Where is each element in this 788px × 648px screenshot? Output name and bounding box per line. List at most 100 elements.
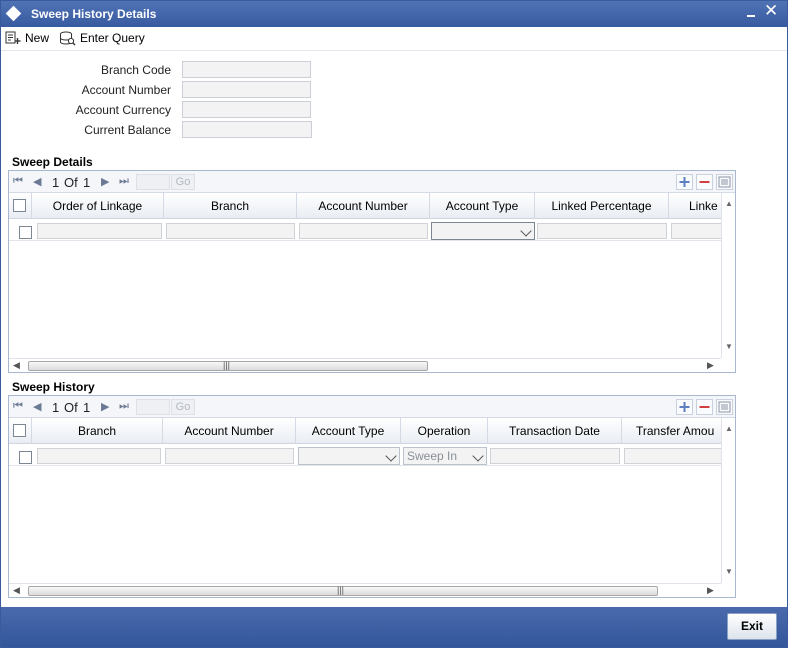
scroll-left-icon[interactable]: ◀	[13, 360, 20, 371]
horizontal-scrollbar[interactable]: ◀ ||| ▶	[9, 583, 721, 597]
sweep-history-grid: ⏮ ◀ 1 Of 1 ▶ ⏭ Go Branch Account Number …	[8, 395, 736, 598]
chevron-down-icon	[472, 450, 484, 462]
go-button[interactable]: Go	[171, 399, 195, 415]
exit-button[interactable]: Exit	[727, 613, 777, 640]
scroll-thumb[interactable]: |||	[28, 585, 658, 596]
transaction-date-input[interactable]	[490, 448, 620, 464]
total-pages: 1	[83, 175, 91, 190]
account-type-select[interactable]	[298, 447, 400, 465]
account-currency-field[interactable]	[182, 101, 311, 118]
column-header[interactable]: Transfer Amou	[622, 418, 721, 443]
minimize-icon[interactable]	[745, 6, 758, 20]
current-balance-field[interactable]	[182, 121, 312, 138]
app-diamond-icon	[5, 5, 22, 22]
prev-page-icon[interactable]: ◀	[33, 400, 41, 413]
column-header[interactable]: Transaction Date	[488, 418, 622, 443]
delete-row-button[interactable]	[696, 399, 713, 415]
of-label: Of	[64, 175, 78, 190]
last-page-icon[interactable]: ⏭	[119, 175, 129, 188]
linked-input[interactable]	[671, 223, 721, 239]
branch-code-field[interactable]	[182, 61, 311, 78]
last-page-icon[interactable]: ⏭	[119, 400, 129, 413]
next-page-icon[interactable]: ▶	[101, 400, 109, 413]
column-header[interactable]: Linke	[669, 193, 721, 218]
table-row: Sweep In	[9, 444, 721, 466]
close-icon[interactable]: ✕	[764, 2, 778, 20]
sweep-details-header: Order of Linkage Branch Account Number A…	[9, 193, 721, 219]
transfer-amount-input[interactable]	[624, 448, 721, 464]
scroll-down-icon[interactable]: ▼	[725, 342, 733, 351]
vertical-scrollbar[interactable]: ▲ ▼	[721, 193, 735, 358]
total-pages: 1	[83, 400, 91, 415]
branch-input[interactable]	[166, 223, 295, 239]
branch-input[interactable]	[37, 448, 161, 464]
column-header[interactable]: Operation	[401, 418, 488, 443]
sweep-history-header: Branch Account Number Account Type Opera…	[9, 418, 721, 444]
sweep-history-pager: ⏮ ◀ 1 Of 1 ▶ ⏭ Go	[9, 396, 735, 418]
grip-icon: |||	[337, 585, 345, 595]
current-page: 1	[52, 175, 60, 190]
operation-select[interactable]: Sweep In	[403, 447, 487, 465]
select-all-cell	[9, 418, 32, 443]
select-all-cell	[9, 193, 32, 218]
scroll-right-icon[interactable]: ▶	[707, 360, 714, 371]
scroll-right-icon[interactable]: ▶	[707, 585, 714, 596]
account-number-field[interactable]	[182, 81, 311, 98]
column-header[interactable]: Account Number	[297, 193, 430, 218]
select-all-checkbox[interactable]	[13, 424, 26, 437]
scroll-up-icon[interactable]: ▲	[725, 424, 733, 433]
delete-row-button[interactable]	[696, 174, 713, 190]
chevron-down-icon	[520, 225, 532, 237]
new-button[interactable]: New	[5, 29, 49, 47]
account-number-input[interactable]	[165, 448, 294, 464]
scroll-down-icon[interactable]: ▼	[725, 567, 733, 576]
account-number-label: Account Number	[81, 83, 171, 97]
prev-page-icon[interactable]: ◀	[33, 175, 41, 188]
add-row-button[interactable]	[676, 399, 693, 415]
first-page-icon[interactable]: ⏮	[13, 400, 23, 413]
select-all-checkbox[interactable]	[13, 199, 26, 212]
scroll-thumb[interactable]: |||	[28, 360, 428, 371]
single-view-button[interactable]	[716, 399, 733, 415]
horizontal-scrollbar[interactable]: ◀ ||| ▶	[9, 358, 721, 372]
of-label: Of	[64, 400, 78, 415]
add-row-button[interactable]	[676, 174, 693, 190]
scroll-left-icon[interactable]: ◀	[13, 585, 20, 596]
grip-icon: |||	[223, 360, 231, 370]
column-header[interactable]: Linked Percentage	[535, 193, 669, 218]
scroll-up-icon[interactable]: ▲	[725, 199, 733, 208]
vertical-scrollbar[interactable]: ▲ ▼	[721, 418, 735, 583]
current-balance-label: Current Balance	[84, 123, 171, 137]
plus-icon	[679, 402, 690, 412]
single-view-button[interactable]	[716, 174, 733, 190]
new-label: New	[25, 31, 50, 45]
table-row	[9, 219, 721, 241]
order-of-linkage-input[interactable]	[37, 223, 162, 239]
account-currency-label: Account Currency	[75, 103, 171, 117]
column-header[interactable]: Account Type	[296, 418, 401, 443]
sweep-details-grid: ⏮ ◀ 1 Of 1 ▶ ⏭ Go Order of Linkage Branc…	[8, 170, 736, 373]
row-checkbox[interactable]	[19, 451, 32, 464]
page-number-input[interactable]	[136, 399, 170, 415]
new-document-icon	[5, 31, 21, 44]
column-header[interactable]: Account Type	[430, 193, 535, 218]
enter-query-button[interactable]: Enter Query	[59, 29, 145, 47]
column-header[interactable]: Branch	[164, 193, 297, 218]
account-type-select[interactable]	[431, 222, 535, 240]
first-page-icon[interactable]: ⏮	[13, 175, 23, 188]
sweep-details-title: Sweep Details	[12, 155, 93, 169]
database-query-icon	[60, 31, 76, 45]
operation-value: Sweep In	[407, 449, 458, 463]
account-number-input[interactable]	[299, 223, 428, 239]
minus-icon	[699, 181, 710, 183]
page-number-input[interactable]	[136, 174, 170, 190]
row-checkbox[interactable]	[19, 226, 32, 239]
go-button[interactable]: Go	[171, 174, 195, 190]
linked-percentage-input[interactable]	[537, 223, 667, 239]
column-header[interactable]: Account Number	[163, 418, 296, 443]
column-header[interactable]: Order of Linkage	[32, 193, 164, 218]
next-page-icon[interactable]: ▶	[101, 175, 109, 188]
content-area: Branch Code Account Number Account Curre…	[1, 51, 787, 607]
column-header[interactable]: Branch	[32, 418, 163, 443]
branch-code-label: Branch Code	[100, 63, 171, 77]
